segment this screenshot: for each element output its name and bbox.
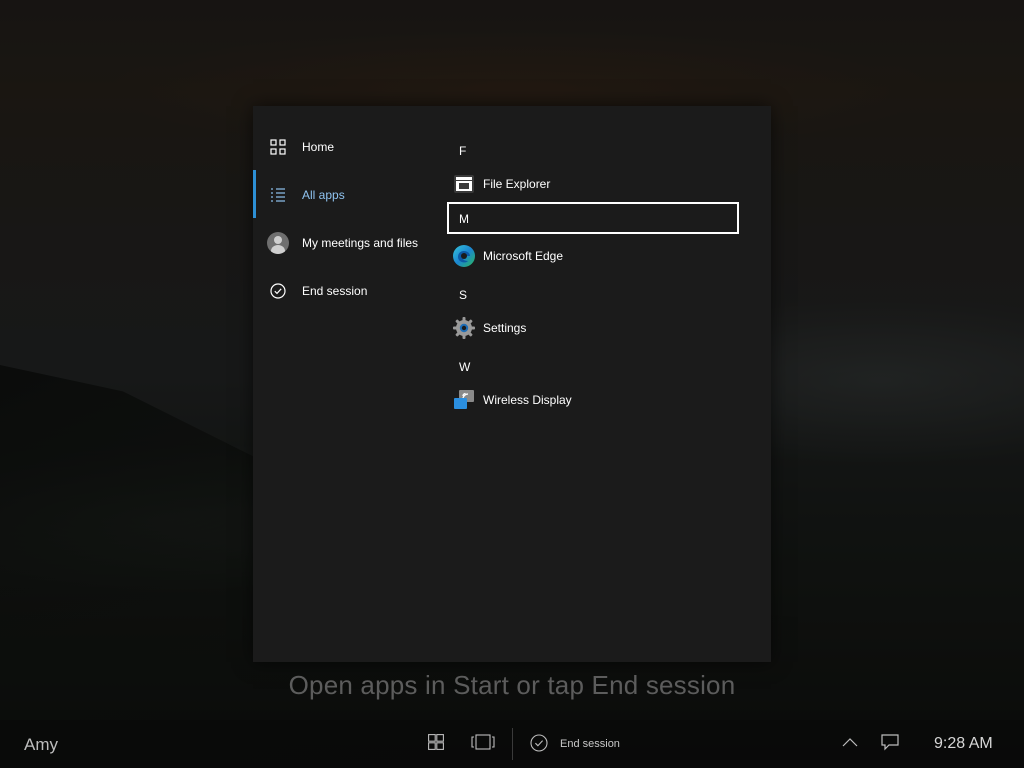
taskbar: Amy End session 9:28 AM [0, 720, 1024, 768]
all-apps-list-icon [268, 185, 288, 205]
show-hidden-icons-button[interactable] [837, 732, 863, 756]
group-header-s[interactable]: S [447, 278, 739, 310]
checkmark-circle-icon [268, 281, 288, 301]
group-letter: F [459, 144, 467, 158]
wireless-display-icon [452, 388, 476, 412]
checkmark-circle-icon [530, 733, 548, 755]
nav-label-end-session: End session [302, 284, 368, 298]
taskbar-end-session-button[interactable]: End session [530, 733, 620, 755]
app-label: Wireless Display [483, 393, 572, 407]
group-letter: M [459, 212, 469, 226]
nav-item-home[interactable]: Home [253, 124, 447, 170]
app-label: Microsoft Edge [483, 249, 564, 263]
app-wireless-display[interactable]: Wireless Display [447, 382, 747, 418]
windows-logo-icon [428, 733, 444, 755]
app-label: Settings [483, 321, 527, 335]
home-icon [268, 137, 288, 157]
start-button[interactable] [423, 732, 449, 756]
nav-label-my-meetings: My meetings and files [302, 236, 419, 250]
app-microsoft-edge[interactable]: Microsoft Edge [447, 238, 747, 274]
nav-item-all-apps[interactable]: All apps [253, 172, 447, 218]
nav-label-all-apps: All apps [302, 188, 345, 202]
group-letter: S [459, 288, 468, 302]
taskbar-user-name[interactable]: Amy [24, 735, 58, 755]
hint-text: Open apps in Start or tap End session [288, 670, 736, 700]
group-header-w[interactable]: W [447, 350, 739, 382]
taskbar-end-session-label: End session [560, 738, 620, 750]
nav-label-home: Home [302, 140, 335, 154]
app-file-explorer[interactable]: File Explorer [447, 166, 747, 202]
avatar-icon [266, 231, 290, 255]
group-letter: W [459, 360, 471, 374]
action-center-icon [880, 733, 900, 756]
avatar [267, 232, 289, 254]
start-menu: Home All apps My meetings and files End … [253, 106, 771, 662]
chevron-up-icon [841, 735, 859, 753]
nav-item-end-session[interactable]: End session [253, 268, 447, 314]
nav-item-my-meetings-and-files[interactable]: My meetings and files [253, 220, 447, 266]
edge-icon [452, 244, 476, 268]
group-header-m[interactable]: M [447, 202, 739, 234]
group-header-f[interactable]: F [447, 134, 739, 166]
action-center-button[interactable] [877, 732, 903, 756]
task-view-icon [471, 733, 495, 755]
taskbar-divider [512, 728, 513, 760]
settings-gear-icon [452, 316, 476, 340]
desktop-background: Home All apps My meetings and files End … [0, 0, 1024, 768]
app-label: File Explorer [483, 177, 551, 191]
file-explorer-icon [452, 172, 476, 196]
taskbar-clock[interactable]: 9:28 AM [934, 735, 993, 753]
task-view-button[interactable] [470, 732, 496, 756]
app-settings[interactable]: Settings [447, 310, 747, 346]
